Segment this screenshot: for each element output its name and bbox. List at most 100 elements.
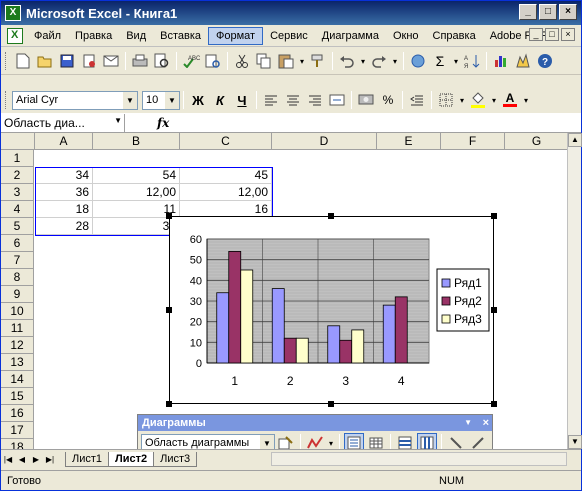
hyperlink-icon[interactable] [408, 51, 428, 71]
bar[interactable] [283, 337, 297, 364]
menu-chart[interactable]: Диаграмма [315, 28, 386, 44]
menu-tools[interactable]: Сервис [263, 28, 315, 44]
bar[interactable] [271, 288, 285, 364]
bar[interactable] [295, 337, 309, 364]
drawing-icon[interactable] [513, 51, 533, 71]
row-header[interactable]: 12 [1, 337, 34, 354]
align-left-icon[interactable] [261, 90, 281, 110]
help-icon[interactable]: ? [535, 51, 555, 71]
row-header[interactable]: 13 [1, 354, 34, 371]
menu-window[interactable]: Окно [386, 28, 426, 44]
maximize-button[interactable]: □ [539, 4, 557, 20]
legend-swatch[interactable] [441, 296, 451, 306]
bar[interactable] [382, 304, 396, 364]
paste-dropdown-icon[interactable]: ▾ [298, 51, 306, 71]
email-icon[interactable] [101, 51, 121, 71]
doc-restore-button[interactable]: □ [545, 28, 559, 41]
chart-canvas[interactable]: 0 10 20 30 40 50 60 1 2 3 4 Ряд1 Ряд2 Ряд3 [170, 217, 493, 403]
column-header[interactable]: G [505, 133, 567, 150]
sheet-tab-active[interactable]: Лист2 [108, 452, 155, 467]
cut-icon[interactable] [232, 51, 252, 71]
doc-minimize-button[interactable]: _ [529, 28, 543, 41]
row-header[interactable]: 15 [1, 388, 34, 405]
menu-insert[interactable]: Вставка [153, 28, 208, 44]
undo-dropdown-icon[interactable]: ▾ [359, 51, 367, 71]
y-tick-label[interactable]: 30 [190, 296, 202, 308]
bar[interactable] [327, 325, 341, 364]
chevron-down-icon[interactable]: ▼ [123, 91, 137, 109]
next-sheet-icon[interactable]: ▶ [29, 455, 43, 464]
y-tick-label[interactable]: 60 [190, 234, 202, 246]
x-tick-label[interactable]: 1 [231, 374, 238, 388]
spelling-icon[interactable]: ABC [181, 51, 201, 71]
chart-toolbar-titlebar[interactable]: Диаграммы ▼ × [138, 415, 492, 431]
column-header[interactable]: D [272, 133, 377, 150]
row-header[interactable]: 3 [1, 184, 34, 201]
autosum-dropdown-icon[interactable]: ▾ [452, 51, 460, 71]
legend-label[interactable]: Ряд1 [454, 276, 482, 290]
column-header[interactable]: F [441, 133, 505, 150]
legend-swatch[interactable] [441, 314, 451, 324]
sheet-tab[interactable]: Лист1 [65, 452, 110, 467]
print-preview-icon[interactable] [152, 51, 172, 71]
copy-icon[interactable] [254, 51, 274, 71]
horizontal-scrollbar[interactable] [271, 452, 567, 466]
formula-input[interactable] [169, 114, 581, 132]
y-tick-label[interactable]: 50 [190, 255, 202, 267]
open-folder-icon[interactable] [35, 51, 55, 71]
toolbar-grip[interactable] [5, 91, 8, 109]
row-header[interactable]: 6 [1, 235, 34, 252]
menu-edit[interactable]: Правка [68, 28, 119, 44]
row-header[interactable]: 7 [1, 252, 34, 269]
title-bar[interactable]: X Microsoft Excel - Книга1 _ □ × [1, 1, 581, 25]
bar[interactable] [240, 269, 254, 364]
permission-icon[interactable] [79, 51, 99, 71]
row-header[interactable]: 11 [1, 320, 34, 337]
row-header[interactable]: 10 [1, 303, 34, 320]
resize-handle[interactable] [328, 401, 334, 407]
print-icon[interactable] [130, 51, 150, 71]
autosum-icon[interactable]: Σ [430, 51, 450, 71]
column-header[interactable]: B [93, 133, 180, 150]
close-button[interactable]: × [559, 4, 577, 20]
doc-close-button[interactable]: × [561, 28, 575, 41]
bar[interactable] [216, 292, 230, 364]
resize-handle[interactable] [491, 213, 497, 219]
bold-button[interactable]: Ж [188, 90, 208, 110]
row-header[interactable]: 17 [1, 422, 34, 439]
bar[interactable] [228, 251, 242, 364]
y-tick-label[interactable]: 10 [190, 337, 202, 349]
save-icon[interactable] [57, 51, 77, 71]
font-name-combo[interactable]: Arial Cyr ▼ [12, 90, 138, 110]
row-header[interactable]: 9 [1, 286, 34, 303]
chevron-down-icon[interactable]: ▼ [114, 116, 122, 125]
x-tick-label[interactable]: 2 [287, 374, 294, 388]
row-header[interactable]: 2 [1, 167, 34, 184]
select-all-corner[interactable] [1, 133, 35, 150]
borders-dropdown-icon[interactable]: ▾ [458, 90, 466, 110]
legend-label[interactable]: Ряд2 [454, 294, 482, 308]
bar[interactable] [339, 339, 353, 364]
legend-label[interactable]: Ряд3 [454, 312, 482, 326]
sheet-tab[interactable]: Лист3 [153, 452, 198, 467]
percent-button[interactable]: % [378, 90, 398, 110]
currency-icon[interactable] [356, 90, 376, 110]
toolbar-options-icon[interactable]: ▼ [464, 415, 472, 431]
borders-icon[interactable] [436, 90, 456, 110]
chevron-down-icon[interactable]: ▼ [165, 91, 179, 109]
x-tick-label[interactable]: 3 [342, 374, 349, 388]
sort-ascending-icon[interactable]: AЯ [462, 51, 482, 71]
menu-help[interactable]: Справка [426, 28, 483, 44]
y-tick-label[interactable]: 20 [190, 317, 202, 329]
align-center-icon[interactable] [283, 90, 303, 110]
font-size-combo[interactable]: 10 ▼ [142, 90, 180, 110]
decrease-indent-icon[interactable] [407, 90, 427, 110]
minimize-button[interactable]: _ [519, 4, 537, 20]
excel-app-icon[interactable]: X [5, 5, 21, 21]
row-header[interactable]: 4 [1, 201, 34, 218]
scroll-down-icon[interactable]: ▼ [568, 435, 582, 449]
resize-handle[interactable] [491, 401, 497, 407]
resize-handle[interactable] [166, 401, 172, 407]
resize-handle[interactable] [328, 213, 334, 219]
redo-icon[interactable] [369, 51, 389, 71]
